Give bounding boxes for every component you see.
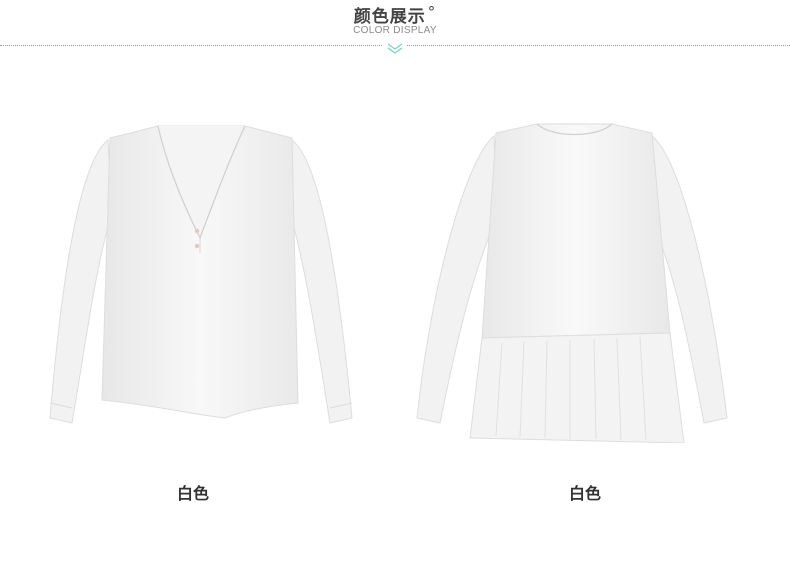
color-label-back: 白色 (568, 484, 601, 503)
section-subtitle: COLOR DISPLAY (353, 25, 437, 36)
section-title-text: 颜色展示 (353, 7, 426, 27)
chevron-down-icon (383, 42, 407, 56)
color-label-front: 白色 (176, 484, 209, 503)
blouse-front-image (49, 125, 353, 424)
title-degree-mark: ° (427, 3, 437, 21)
section-title: 颜色展示 ° (0, 2, 790, 27)
blouse-back-image (416, 123, 728, 443)
section-header: 颜色展示 ° COLOR DISPLAY (0, 0, 790, 60)
